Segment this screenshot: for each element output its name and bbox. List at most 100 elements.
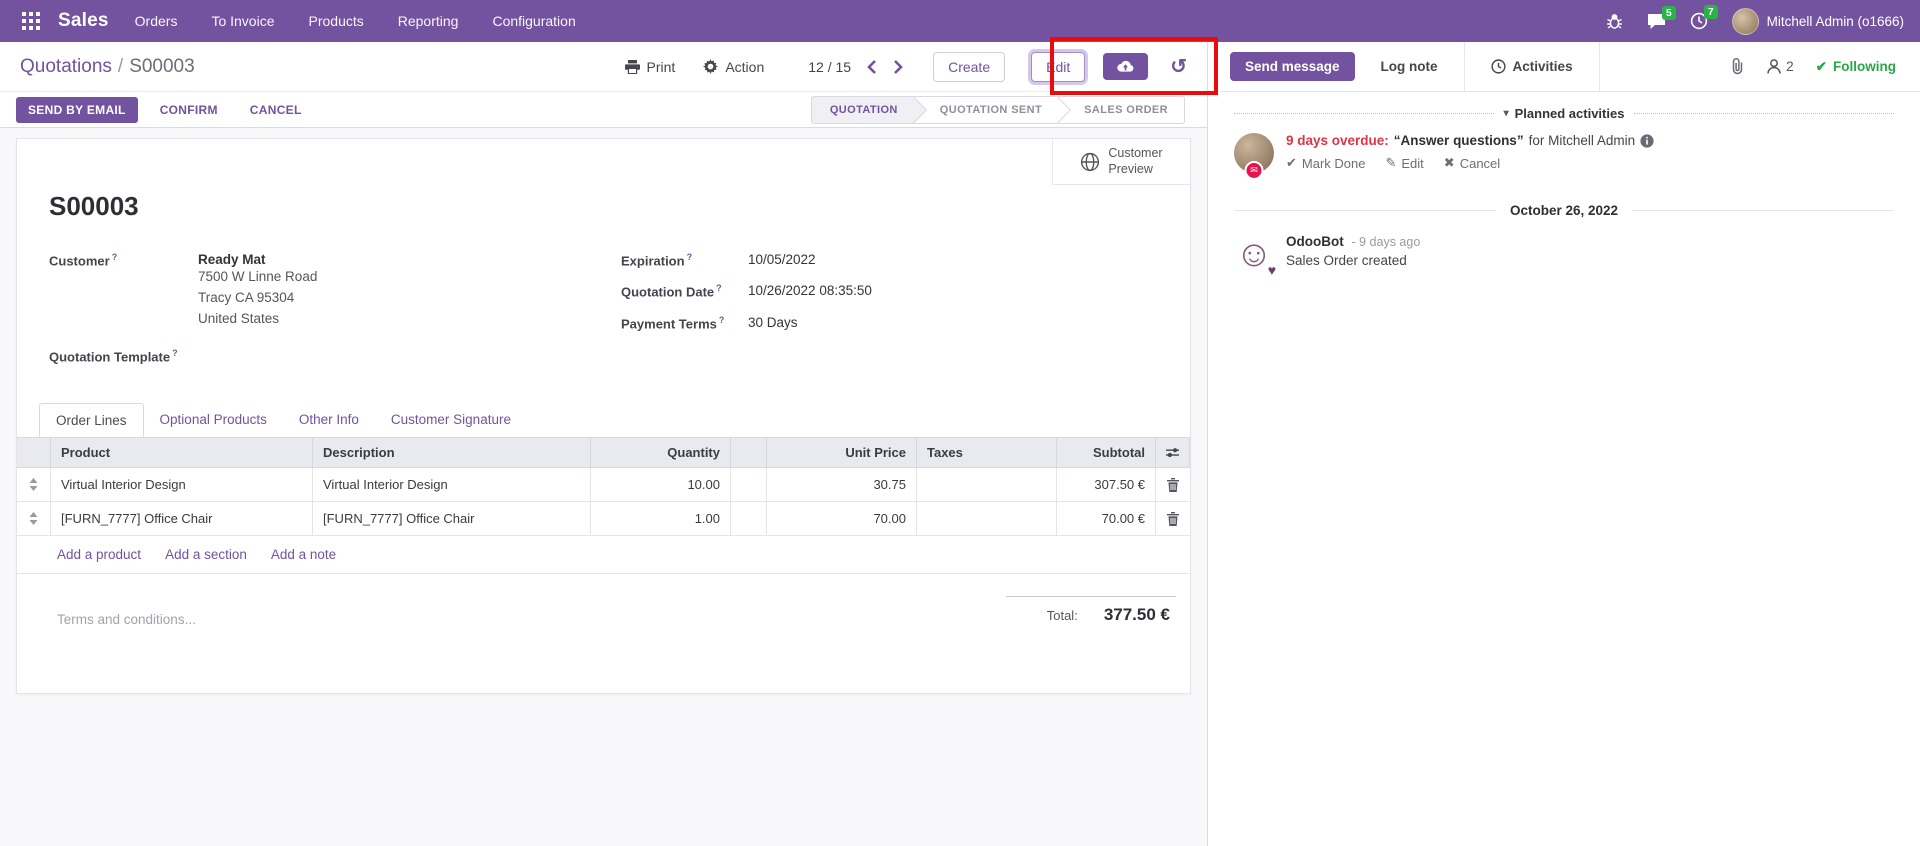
followers-count: 2: [1786, 59, 1794, 74]
cell-description[interactable]: Virtual Interior Design: [313, 468, 591, 502]
following-button[interactable]: ✔ Following: [1816, 59, 1896, 75]
chatter-thread: ▾ Planned activities ✉ 9 days overdue: “…: [1208, 92, 1920, 846]
cell-unit-price[interactable]: 70.00: [767, 502, 917, 536]
tab-customer-signature[interactable]: Customer Signature: [375, 403, 527, 437]
quotation-sheet: Customer Preview S00003 Customer? Ready …: [16, 138, 1191, 694]
menu-to-invoice[interactable]: To Invoice: [211, 13, 274, 29]
header-unit-price[interactable]: Unit Price: [767, 438, 917, 468]
add-a-section-link[interactable]: Add a section: [165, 547, 247, 562]
odoo-sales-app: Sales Orders To Invoice Products Reporti…: [0, 0, 1920, 846]
cell-product[interactable]: Virtual Interior Design: [51, 468, 313, 502]
log-note-button[interactable]: Log note: [1381, 59, 1438, 74]
cell-unit-price[interactable]: 30.75: [767, 468, 917, 502]
control-panel: Quotations/S00003 Print Action 12 / 15: [0, 42, 1207, 92]
send-by-email-button[interactable]: SEND BY EMAIL: [16, 97, 138, 123]
stage-quotation[interactable]: QUOTATION: [811, 96, 914, 124]
confirm-button[interactable]: CONFIRM: [150, 97, 228, 123]
add-a-note-link[interactable]: Add a note: [271, 547, 336, 562]
header-quantity[interactable]: Quantity: [591, 438, 731, 468]
cloud-upload-icon: [1117, 60, 1134, 73]
date-separator: October 26, 2022: [1234, 203, 1894, 218]
message-author[interactable]: OdooBot: [1286, 234, 1344, 249]
message-time: - 9 days ago: [1352, 235, 1421, 249]
pager-previous-icon[interactable]: [867, 60, 877, 74]
save-cloud-button[interactable]: [1103, 53, 1148, 80]
edit-button[interactable]: Edit: [1031, 52, 1085, 82]
schedule-activity-button[interactable]: Activities: [1491, 59, 1573, 74]
expiration-value[interactable]: 10/05/2022: [748, 252, 816, 268]
drag-handle-icon[interactable]: [29, 478, 38, 491]
cell-subtotal: 70.00 €: [1057, 502, 1156, 536]
table-row[interactable]: [FURN_7777] Office Chair [FURN_7777] Off…: [17, 502, 1190, 536]
header-description[interactable]: Description: [313, 438, 591, 468]
order-lines-table: Product Description Quantity Unit Price …: [17, 438, 1190, 574]
cell-product[interactable]: [FURN_7777] Office Chair: [51, 502, 313, 536]
cell-quantity[interactable]: 10.00: [591, 468, 731, 502]
cancel-activity-button[interactable]: ✖Cancel: [1444, 155, 1500, 171]
header-subtotal[interactable]: Subtotal: [1057, 438, 1156, 468]
activity-item: ✉ 9 days overdue: “Answer questions” for…: [1234, 133, 1894, 173]
header-product[interactable]: Product: [51, 438, 313, 468]
attachments-paperclip-icon[interactable]: [1730, 58, 1745, 75]
delete-row-icon[interactable]: [1167, 512, 1179, 526]
drag-handle-icon[interactable]: [29, 512, 38, 525]
printer-icon: [625, 60, 640, 74]
planned-activities-toggle[interactable]: ▾ Planned activities: [1504, 106, 1625, 121]
tab-optional-products[interactable]: Optional Products: [144, 403, 283, 437]
chatter-message: ☺ ♥ OdooBot - 9 days ago Sales Order cre…: [1234, 234, 1894, 274]
apps-menu-icon[interactable]: [16, 6, 46, 36]
activities-clock-icon[interactable]: 7: [1690, 12, 1708, 30]
print-button[interactable]: Print: [625, 59, 676, 75]
terms-placeholder[interactable]: Terms and conditions...: [57, 612, 196, 627]
chevron-down-icon: ▾: [1504, 108, 1509, 119]
customer-preview-button[interactable]: Customer Preview: [1052, 139, 1190, 185]
tab-other-info[interactable]: Other Info: [283, 403, 375, 437]
total-label: Total:: [1047, 608, 1078, 623]
quotation-date-value[interactable]: 10/26/2022 08:35:50: [748, 283, 872, 299]
cancel-button[interactable]: CANCEL: [240, 97, 312, 123]
pencil-icon: ✎: [1385, 155, 1396, 171]
action-button[interactable]: Action: [703, 59, 764, 75]
send-message-button[interactable]: Send message: [1230, 52, 1355, 81]
menu-orders[interactable]: Orders: [135, 13, 178, 29]
add-a-product-link[interactable]: Add a product: [57, 547, 141, 562]
header-taxes[interactable]: Taxes: [917, 438, 1057, 468]
table-row[interactable]: Virtual Interior Design Virtual Interior…: [17, 468, 1190, 502]
activity-avatar: ✉: [1234, 133, 1274, 173]
tab-order-lines[interactable]: Order Lines: [39, 403, 144, 437]
user-avatar: [1732, 8, 1759, 35]
user-menu[interactable]: Mitchell Admin (o1666): [1732, 8, 1904, 35]
top-navbar: Sales Orders To Invoice Products Reporti…: [0, 0, 1920, 42]
envelope-icon: ✉: [1245, 161, 1264, 180]
cell-taxes[interactable]: [917, 468, 1057, 502]
add-line-links: Add a product Add a section Add a note: [17, 536, 1190, 574]
menu-reporting[interactable]: Reporting: [398, 13, 459, 29]
customer-value[interactable]: Ready Mat 7500 W Linne Road Tracy CA 953…: [198, 252, 317, 330]
pager-next-icon[interactable]: [893, 60, 903, 74]
mark-done-button[interactable]: ✔Mark Done: [1286, 155, 1365, 171]
cell-description[interactable]: [FURN_7777] Office Chair: [313, 502, 591, 536]
totals-block: Total: 377.50 €: [1006, 596, 1176, 625]
edit-activity-button[interactable]: ✎Edit: [1385, 155, 1423, 171]
columns-toggle-icon[interactable]: [1156, 438, 1190, 468]
field-group: Customer? Ready Mat 7500 W Linne Road Tr…: [49, 252, 1158, 379]
cell-taxes[interactable]: [917, 502, 1057, 536]
breadcrumb-quotations[interactable]: Quotations: [20, 56, 112, 77]
stage-quotation-sent[interactable]: QUOTATION SENT: [914, 96, 1058, 124]
payment-terms-value[interactable]: 30 Days: [748, 315, 798, 331]
stage-sales-order[interactable]: SALES ORDER: [1058, 96, 1185, 124]
create-button[interactable]: Create: [933, 52, 1005, 82]
followers-button[interactable]: 2: [1767, 59, 1794, 74]
messages-icon[interactable]: 5: [1647, 13, 1666, 30]
cell-quantity[interactable]: 1.00: [591, 502, 731, 536]
info-circle-icon[interactable]: [1640, 134, 1654, 148]
app-name[interactable]: Sales: [58, 10, 109, 32]
delete-row-icon[interactable]: [1167, 478, 1179, 492]
menu-products[interactable]: Products: [309, 13, 364, 29]
messages-badge: 5: [1662, 6, 1676, 20]
debug-bug-icon[interactable]: [1606, 13, 1623, 30]
discard-undo-icon[interactable]: ↺: [1164, 57, 1193, 77]
activity-assignee: for Mitchell Admin: [1529, 133, 1636, 148]
form-view: Customer Preview S00003 Customer? Ready …: [0, 128, 1207, 846]
menu-configuration[interactable]: Configuration: [492, 13, 575, 29]
